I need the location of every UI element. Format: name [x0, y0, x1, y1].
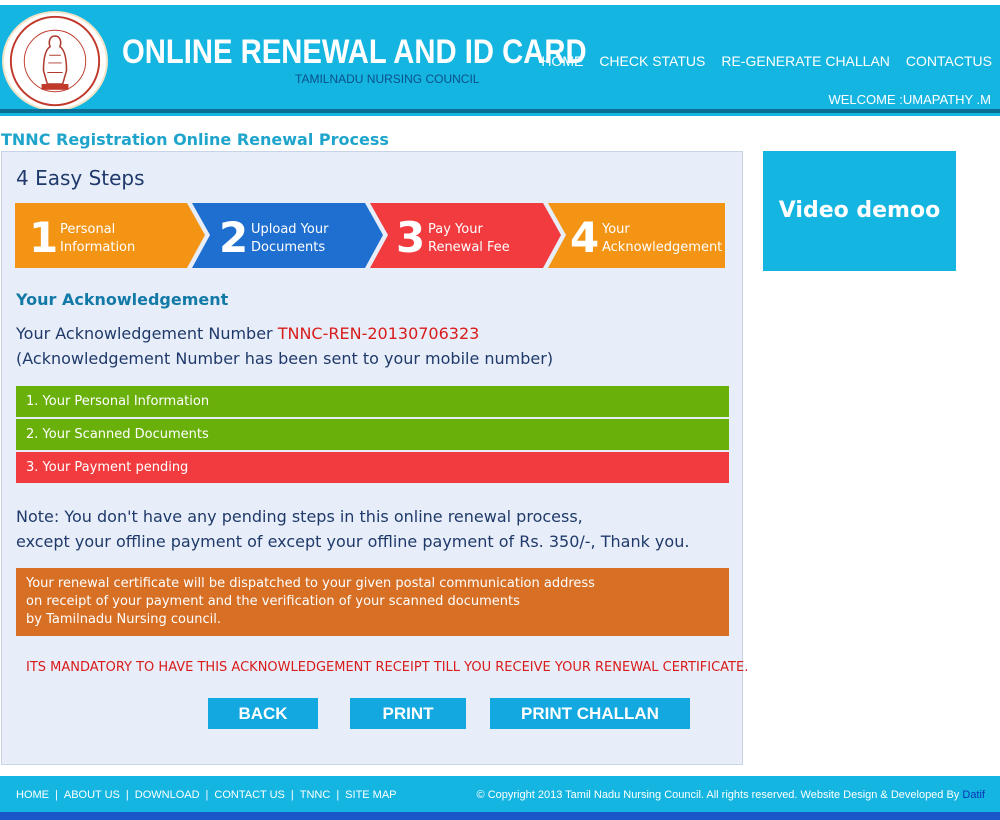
step-2-number: 2: [219, 213, 248, 262]
footer-link-tnnc[interactable]: TNNC: [300, 789, 331, 801]
acknowledgement-number-line: Your Acknowledgement Number TNNC-REN-201…: [16, 324, 479, 343]
nav-home[interactable]: HOME: [541, 53, 583, 69]
step-3-number: 3: [396, 213, 425, 262]
footer-separator: |: [205, 789, 209, 801]
copyright-text: © Copyright 2013 Tamil Nadu Nursing Coun…: [476, 789, 963, 801]
dispatch-line-3: by Tamilnadu Nursing council.: [26, 612, 221, 627]
print-button[interactable]: PRINT: [350, 698, 466, 729]
footer-link-download[interactable]: DOWNLOAD: [135, 789, 200, 801]
header-divider-lower: [0, 113, 1000, 116]
step-4-line1: Your: [601, 222, 630, 237]
footer-link-contact[interactable]: CONTACT US: [214, 789, 285, 801]
step-2-line1: Upload Your: [251, 222, 329, 237]
status-row-personal-info: 1. Your Personal Information: [16, 386, 729, 417]
step-4-line2: Acknowledgement: [602, 240, 722, 255]
taskbar-strip: [0, 812, 1000, 820]
footer-links: HOME | ABOUT US | DOWNLOAD | CONTACT US | TN…: [16, 789, 397, 801]
page-title: TNNC Registration Online Renewal Process: [1, 130, 389, 149]
nav-contactus[interactable]: CONTACTUS: [906, 53, 992, 69]
acknowledgement-title: Your Acknowledgement: [16, 290, 229, 309]
site-subtitle: TAMILNADU NURSING COUNCIL: [295, 72, 480, 86]
step-1-number: 1: [29, 213, 58, 262]
print-challan-button[interactable]: PRINT CHALLAN: [490, 698, 690, 729]
steps-title: 4 Easy Steps: [16, 166, 145, 190]
step-2-line2: Documents: [251, 240, 325, 255]
steps-arrows: 1 Personal Information 2 Upload Your Doc…: [15, 203, 725, 268]
council-logo: [2, 11, 108, 111]
step-1-line2: Information: [60, 240, 135, 255]
step-4-number: 4: [570, 213, 599, 262]
nav-check-status[interactable]: CHECK STATUS: [599, 53, 705, 69]
dispatch-line-1: Your renewal certificate will be dispatc…: [26, 576, 595, 591]
note-line-1: Note: You don't have any pending steps i…: [16, 507, 583, 526]
site-title: ONLINE RENEWAL AND ID CARD: [122, 33, 587, 71]
site-footer: HOME | ABOUT US | DOWNLOAD | CONTACT US | TN…: [0, 776, 1000, 812]
mandatory-notice: ITS MANDATORY TO HAVE THIS ACKNOWLEDGEME…: [26, 660, 749, 675]
developer-link[interactable]: Datif: [962, 789, 985, 801]
step-1-line1: Personal: [60, 222, 115, 237]
step-3-line1: Pay Your: [428, 222, 483, 237]
footer-separator: |: [125, 789, 129, 801]
main-panel: 4 Easy Steps 1 Personal Information 2 Up…: [1, 151, 748, 765]
step-3-line2: Renewal Fee: [428, 240, 510, 255]
council-seal-icon: [9, 15, 101, 107]
site-header: ONLINE RENEWAL AND ID CARD TAMILNADU NUR…: [0, 5, 1000, 111]
video-demo-button[interactable]: Video demoo: [763, 151, 956, 271]
footer-separator: |: [290, 789, 294, 801]
dispatch-info-box: Your renewal certificate will be dispatc…: [16, 568, 729, 636]
back-button[interactable]: BACK: [208, 698, 318, 729]
footer-copyright: © Copyright 2013 Tamil Nadu Nursing Coun…: [477, 789, 985, 801]
note-line-2: except your offline payment of except yo…: [16, 532, 690, 551]
acknowledgement-number: TNNC-REN-20130706323: [277, 324, 480, 343]
footer-separator: |: [55, 789, 58, 801]
status-row-scanned-docs: 2. Your Scanned Documents: [16, 419, 729, 450]
footer-link-about[interactable]: ABOUT US: [64, 789, 120, 801]
footer-link-sitemap[interactable]: SITE MAP: [345, 789, 396, 801]
steps-progress: 1 Personal Information 2 Upload Your Doc…: [15, 203, 725, 268]
footer-link-home[interactable]: HOME: [16, 789, 49, 801]
welcome-user: WELCOME :UMAPATHY .M: [828, 92, 991, 107]
nav-regenerate-challan[interactable]: RE-GENERATE CHALLAN: [721, 53, 890, 69]
acknowledgement-sent-note: (Acknowledgement Number has been sent to…: [16, 349, 554, 368]
dispatch-line-2: on receipt of your payment and the verif…: [26, 594, 520, 609]
footer-separator: |: [336, 789, 340, 801]
main-nav: HOME CHECK STATUS RE-GENERATE CHALLAN CO…: [541, 53, 992, 69]
acknowledgement-number-label: Your Acknowledgement Number: [16, 324, 278, 343]
status-row-payment-pending: 3. Your Payment pending: [16, 452, 729, 483]
